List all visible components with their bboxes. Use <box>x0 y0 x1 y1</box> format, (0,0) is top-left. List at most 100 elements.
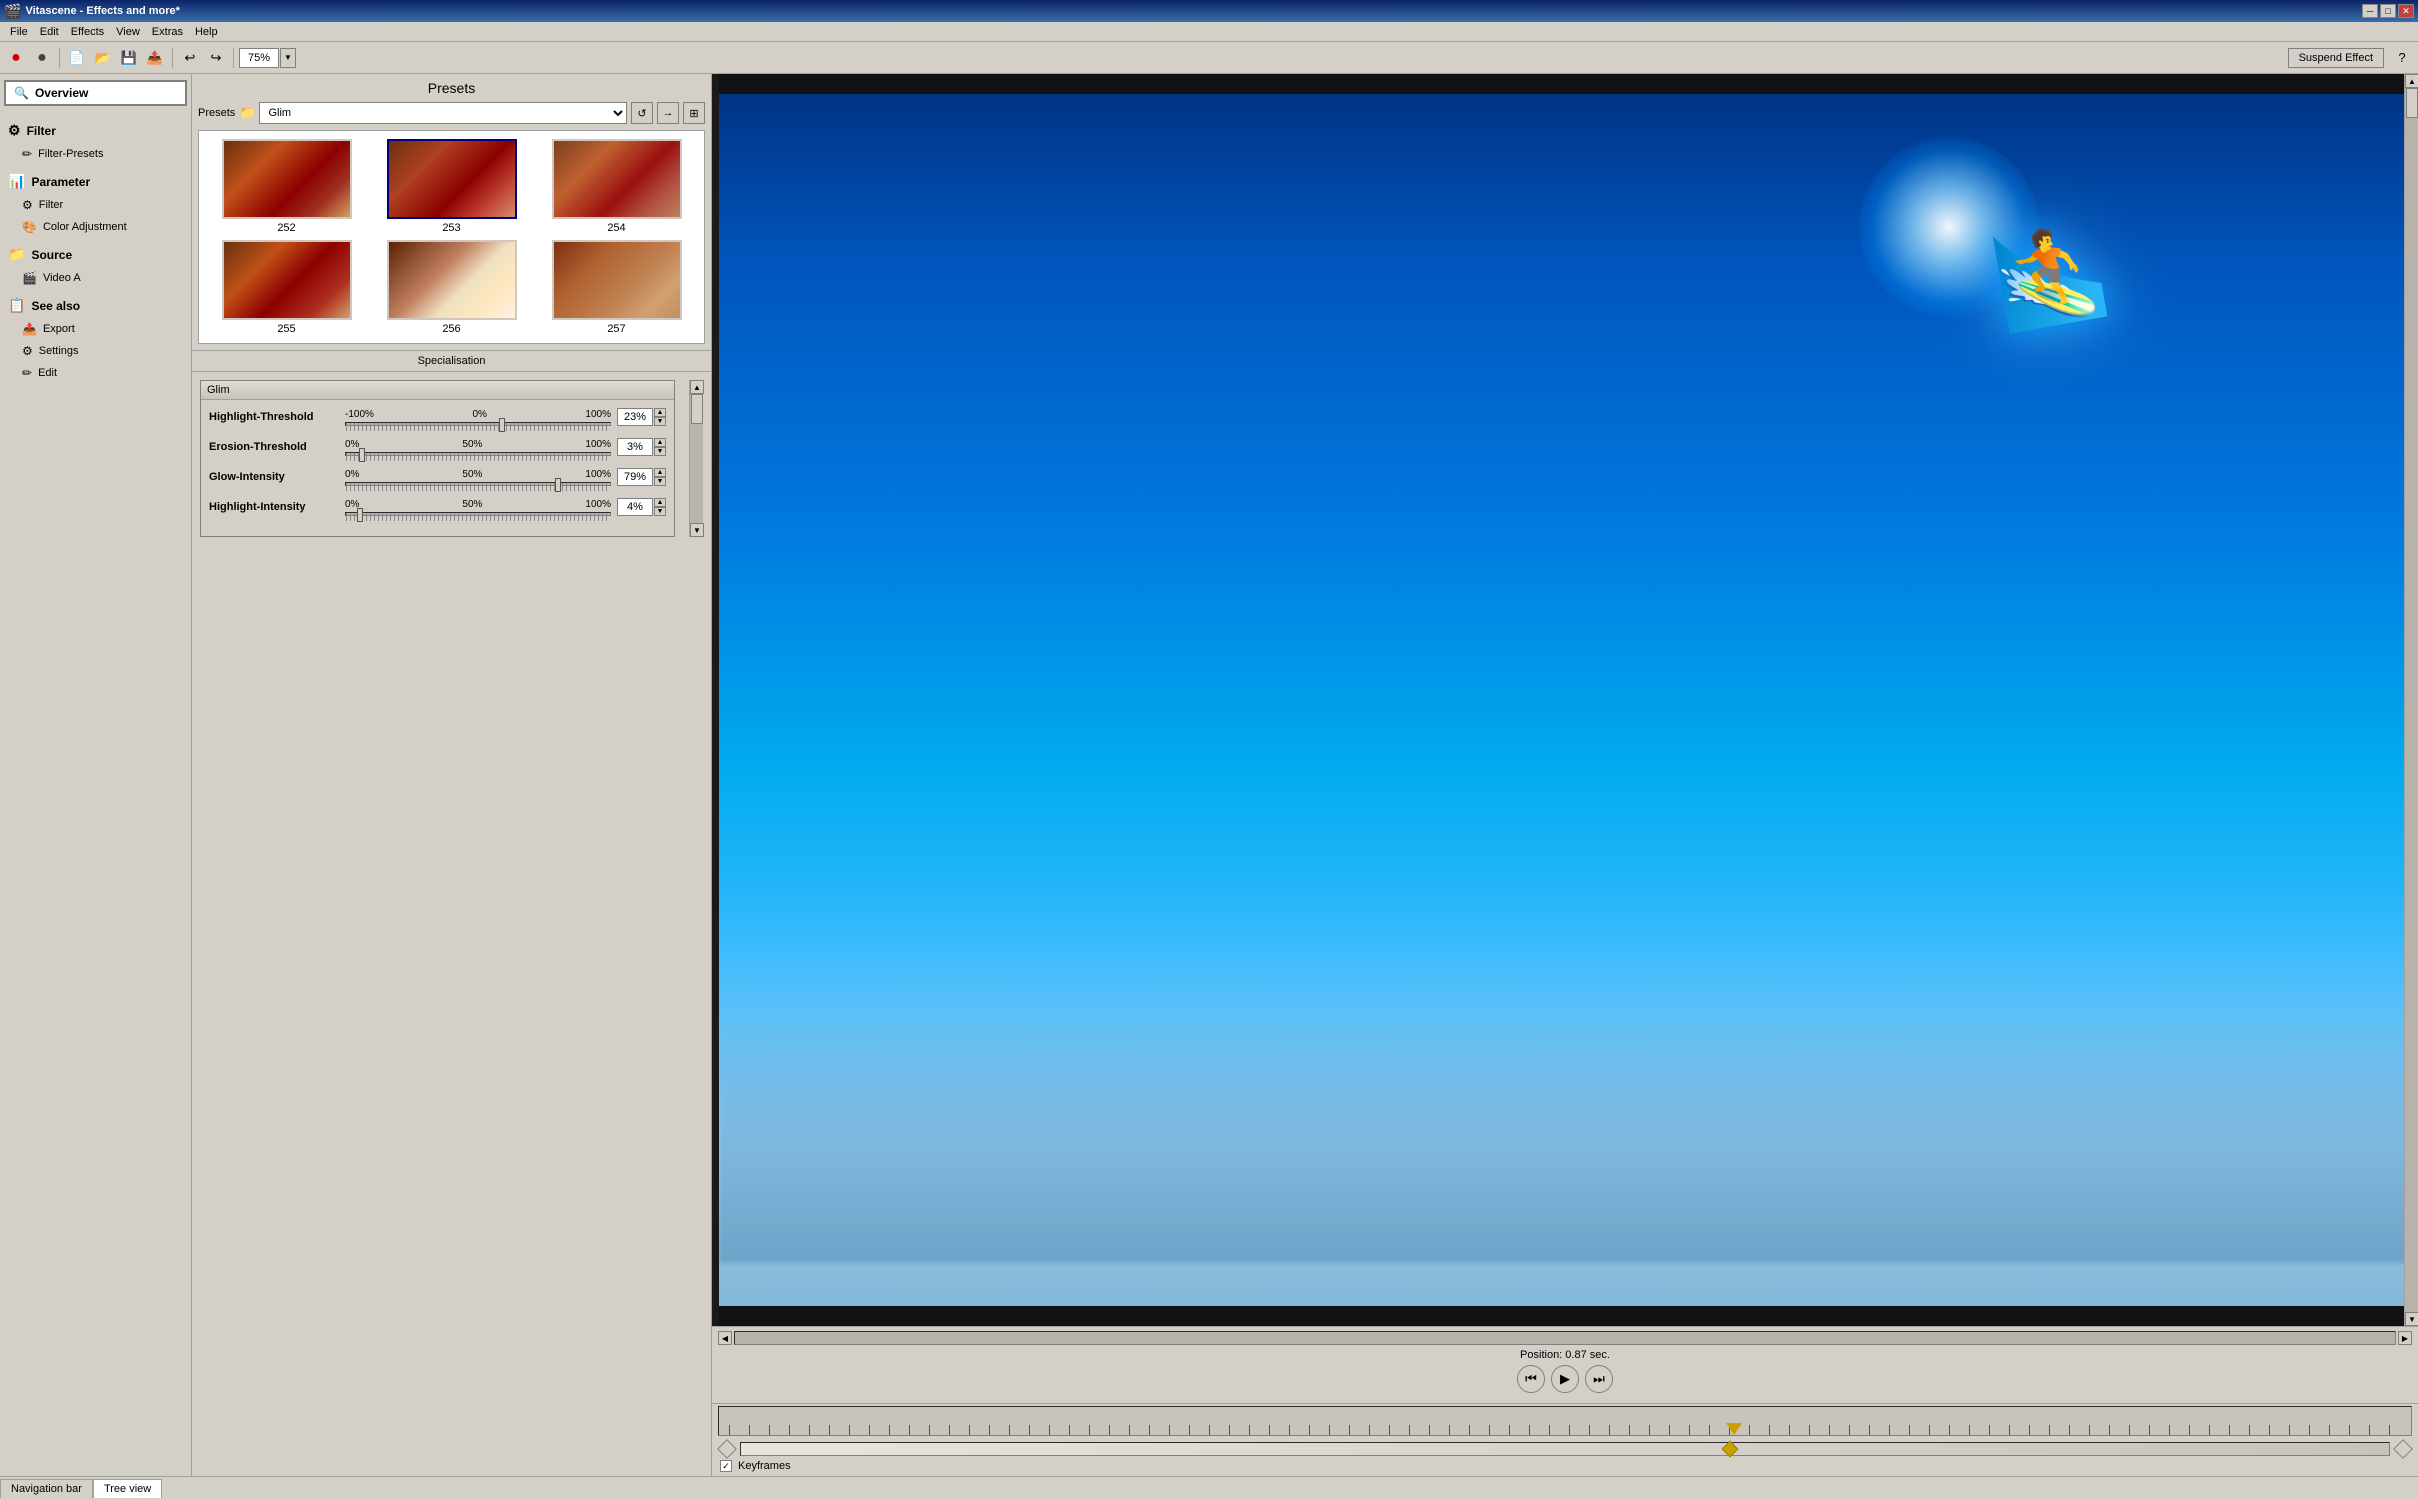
preset-item-255[interactable]: 255 <box>207 240 366 335</box>
sidebar-item-export[interactable]: 📤 Export <box>4 320 187 338</box>
help-btn[interactable]: ? <box>2390 46 2414 70</box>
maximize-button[interactable]: □ <box>2380 4 2396 18</box>
et-up-btn[interactable]: ▲ <box>654 438 666 447</box>
et-min-label: 0% <box>345 439 359 450</box>
color-adj-icon: 🎨 <box>22 220 37 234</box>
preset-item-256[interactable]: 256 <box>372 240 531 335</box>
sidebar-item-color-adjustment[interactable]: 🎨 Color Adjustment <box>4 218 187 236</box>
preset-item-252[interactable]: 252 <box>207 139 366 234</box>
preset-item-257[interactable]: 257 <box>537 240 696 335</box>
zoom-dropdown[interactable]: ▼ <box>280 48 296 68</box>
keyframes-checkbox[interactable]: ✓ <box>720 1460 732 1472</box>
close-button[interactable]: ✕ <box>2398 4 2414 18</box>
menu-effects[interactable]: Effects <box>65 24 110 40</box>
export-btn[interactable]: 📤 <box>143 46 167 70</box>
preset-item-253[interactable]: 253 <box>372 139 531 234</box>
sidebar-item-video-a[interactable]: 🎬 Video A <box>4 269 187 287</box>
sidebar-item-filter[interactable]: ⚙ Filter <box>4 196 187 214</box>
nav-tab-tree-view[interactable]: Tree view <box>93 1479 162 1498</box>
timeline-start <box>717 1439 737 1459</box>
preset-item-254[interactable]: 254 <box>537 139 696 234</box>
hi-down-btn[interactable]: ▼ <box>654 507 666 516</box>
settings-icon: ⚙ <box>22 344 33 358</box>
see-also-label: See also <box>31 299 80 313</box>
timeline-ruler[interactable] <box>718 1406 2412 1436</box>
highlight-intensity-input[interactable] <box>617 498 653 516</box>
menu-extras[interactable]: Extras <box>146 24 189 40</box>
source-section-label: Source <box>31 248 72 262</box>
spec-scroll-up[interactable]: ▲ <box>690 380 704 394</box>
menu-view[interactable]: View <box>110 24 146 40</box>
preset-thumbnail-253 <box>387 139 517 219</box>
menu-edit[interactable]: Edit <box>34 24 65 40</box>
preview-scroll-down[interactable]: ▼ <box>2405 1312 2418 1326</box>
parameter-section-label: Parameter <box>31 175 90 189</box>
ht-mid-label: 0% <box>472 409 486 420</box>
preview-scroll-up[interactable]: ▲ <box>2405 74 2418 88</box>
erosion-threshold-slider[interactable] <box>345 452 611 456</box>
export-label: Export <box>43 323 75 335</box>
glow-intensity-label: Glow-Intensity <box>209 471 339 483</box>
open-btn[interactable]: 📂 <box>91 46 115 70</box>
transport-scrolltrack[interactable] <box>734 1331 2396 1345</box>
nav-tab-navigation-bar[interactable]: Navigation bar <box>0 1479 93 1498</box>
transport-right-btn[interactable]: ▶ <box>2398 1331 2412 1345</box>
suspend-effect-button[interactable]: Suspend Effect <box>2288 48 2384 68</box>
timeline-track[interactable] <box>740 1442 2390 1456</box>
rewind-btn[interactable]: ⏮ <box>1517 1365 1545 1393</box>
et-down-btn[interactable]: ▼ <box>654 447 666 456</box>
highlight-intensity-slider[interactable] <box>345 512 611 516</box>
ht-down-btn[interactable]: ▼ <box>654 417 666 426</box>
filter-section-label: Filter <box>27 124 56 138</box>
fast-forward-btn[interactable]: ⏭ <box>1585 1365 1613 1393</box>
hi-up-btn[interactable]: ▲ <box>654 498 666 507</box>
presets-grid-btn[interactable]: ⊞ <box>683 102 705 124</box>
toolbar-sep-2 <box>172 48 173 68</box>
presets-dropdown[interactable]: Glim <box>259 102 627 124</box>
glow-intensity-slider[interactable] <box>345 482 611 486</box>
overview-button[interactable]: 🔍 Overview <box>4 80 187 106</box>
spec-scroll-down[interactable]: ▼ <box>690 523 704 537</box>
hi-mid-label: 50% <box>462 499 482 510</box>
gi-down-btn[interactable]: ▼ <box>654 477 666 486</box>
presets-arrow-btn[interactable]: → <box>657 102 679 124</box>
export-icon: 📤 <box>22 322 37 336</box>
erosion-threshold-input[interactable] <box>617 438 653 456</box>
ht-min-label: -100% <box>345 409 374 420</box>
toolbar-sep-1 <box>59 48 60 68</box>
new-btn[interactable]: 📄 <box>65 46 89 70</box>
sidebar-item-edit[interactable]: ✏ Edit <box>4 364 187 382</box>
preset-num-252: 252 <box>277 222 295 234</box>
hi-max-label: 100% <box>585 499 611 510</box>
glow-intensity-input[interactable] <box>617 468 653 486</box>
folder-icon: 📁 <box>239 105 255 121</box>
zoom-input[interactable] <box>239 48 279 68</box>
save-btn[interactable]: 💾 <box>117 46 141 70</box>
preset-num-254: 254 <box>607 222 625 234</box>
transport-left-btn[interactable]: ◀ <box>718 1331 732 1345</box>
filter-item-label: Filter <box>39 199 63 211</box>
menu-file[interactable]: File <box>4 24 34 40</box>
record-red-btn[interactable]: ● <box>4 46 28 70</box>
presets-refresh-btn[interactable]: ↺ <box>631 102 653 124</box>
highlight-threshold-slider[interactable] <box>345 422 611 426</box>
sidebar-section-filter: ⚙ Filter <box>4 120 187 141</box>
minimize-button[interactable]: ─ <box>2362 4 2378 18</box>
play-btn[interactable]: ▶ <box>1551 1365 1579 1393</box>
glim-title: Glim <box>201 381 674 400</box>
sidebar-item-filter-presets[interactable]: ✏ Filter-Presets <box>4 145 187 163</box>
highlight-threshold-input[interactable] <box>617 408 653 426</box>
gi-max-label: 100% <box>585 469 611 480</box>
filter-section-icon: ⚙ <box>8 122 21 139</box>
sidebar-item-settings[interactable]: ⚙ Settings <box>4 342 187 360</box>
redo-btn[interactable]: ↪ <box>204 46 228 70</box>
highlight-threshold-label: Highlight-Threshold <box>209 411 339 423</box>
record-btn[interactable]: ● <box>30 46 54 70</box>
toolbar-sep-3 <box>233 48 234 68</box>
ht-up-btn[interactable]: ▲ <box>654 408 666 417</box>
menu-help[interactable]: Help <box>189 24 224 40</box>
video-a-icon: 🎬 <box>22 271 37 285</box>
undo-btn[interactable]: ↩ <box>178 46 202 70</box>
timeline-playhead[interactable] <box>1726 1423 1742 1435</box>
gi-up-btn[interactable]: ▲ <box>654 468 666 477</box>
